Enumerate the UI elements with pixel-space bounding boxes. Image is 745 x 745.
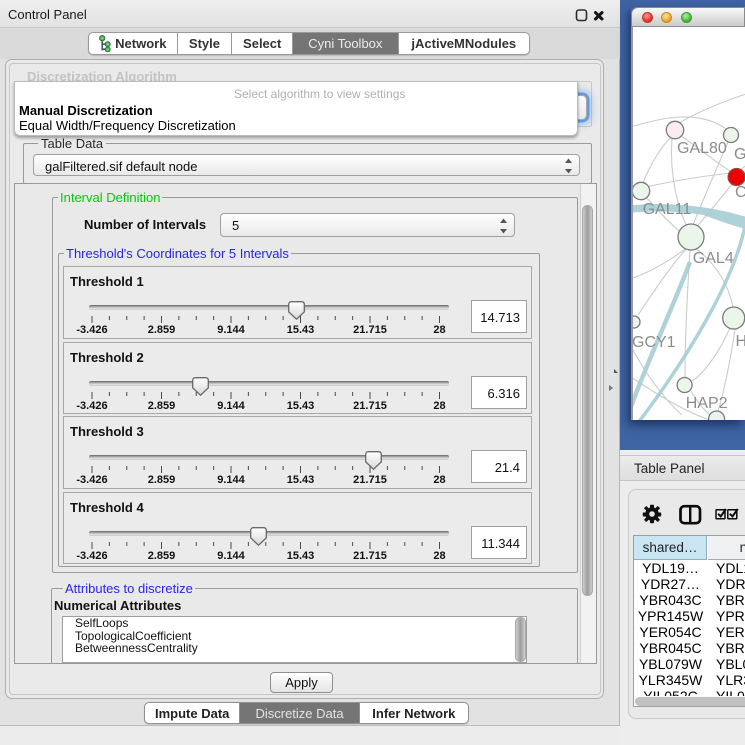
svg-text:C: C: [735, 184, 745, 201]
svg-text:GAL4: GAL4: [693, 250, 734, 267]
svg-text:GAL11: GAL11: [643, 201, 692, 218]
svg-text:H: H: [736, 333, 745, 350]
svg-text:GAL80: GAL80: [677, 140, 727, 157]
svg-text:GCY1: GCY1: [633, 334, 676, 351]
svg-text:HAP2: HAP2: [686, 395, 728, 412]
svg-text:GA: GA: [734, 146, 745, 163]
